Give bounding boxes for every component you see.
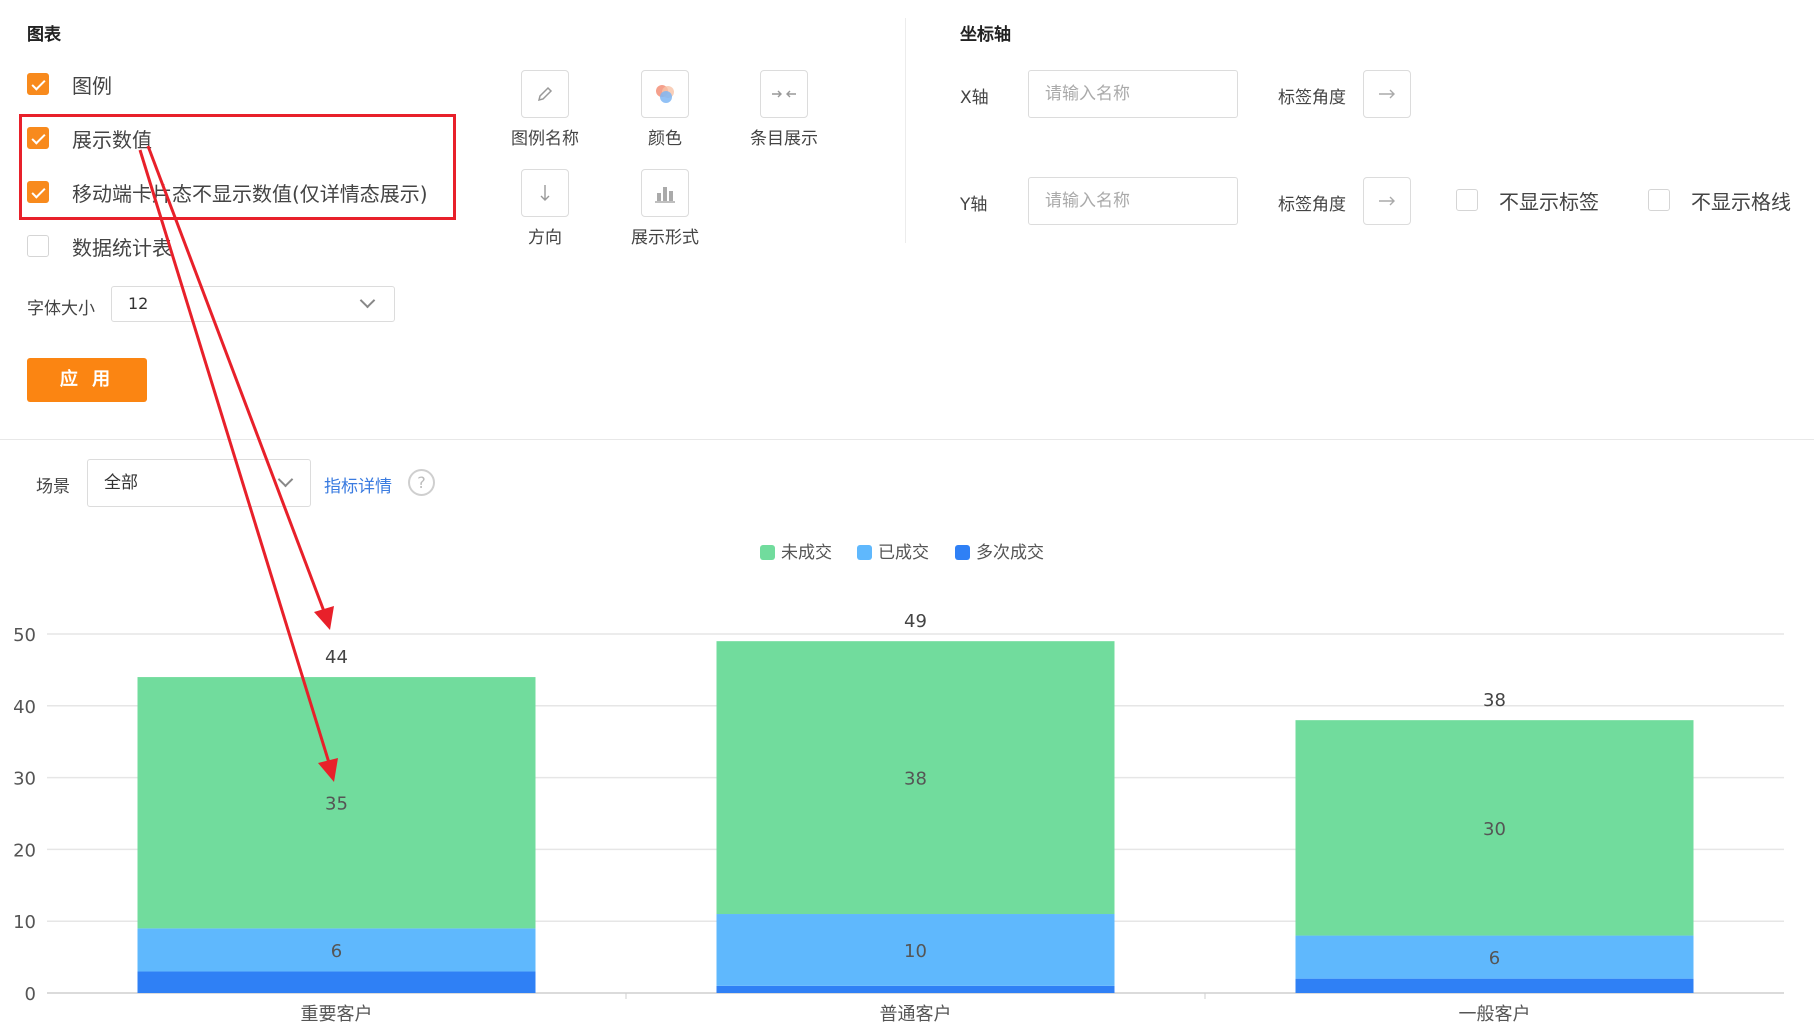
- apply-button[interactable]: 应 用: [27, 358, 147, 402]
- legend-item-unclosed[interactable]: 未成交: [760, 538, 832, 563]
- bar-segment: [1295, 935, 1694, 979]
- compress-arrows-icon: [772, 90, 796, 98]
- panel-divider: [905, 18, 906, 243]
- arrow-right-icon: [1379, 196, 1395, 206]
- x-axis-label: X轴: [960, 88, 989, 108]
- bar-total-label: 38: [1483, 690, 1506, 711]
- display-format-button[interactable]: [641, 169, 689, 217]
- data-table-checkbox[interactable]: [27, 235, 49, 257]
- highlight-annotation-box: [19, 114, 456, 220]
- pencil-icon: [537, 86, 553, 102]
- legend-item-multiple[interactable]: 多次成交: [955, 538, 1044, 563]
- bar-value-label: 35: [325, 794, 348, 815]
- x-tick-label: 普通客户: [880, 1004, 952, 1025]
- color-button[interactable]: [641, 70, 689, 118]
- legend-checkbox[interactable]: [27, 73, 49, 95]
- axis-section-title: 坐标轴: [960, 25, 1011, 45]
- color-label: 颜色: [648, 129, 682, 149]
- legend-label: 未成交: [781, 543, 832, 563]
- item-display-button[interactable]: [760, 70, 808, 118]
- y-tick-label: 40: [13, 697, 36, 718]
- hide-labels-label: 不显示标签: [1499, 190, 1599, 214]
- bar-segment: [137, 677, 536, 929]
- font-size-select[interactable]: 12: [111, 286, 395, 322]
- hide-grid-label: 不显示格线: [1691, 190, 1791, 214]
- y-tick-label: 30: [13, 769, 36, 790]
- scene-value: 全部: [104, 473, 138, 493]
- bar-total-label: 49: [904, 611, 927, 632]
- section-divider: [0, 439, 1814, 440]
- hide-grid-checkbox[interactable]: [1648, 189, 1670, 211]
- bar-segment: [137, 971, 536, 993]
- bar-chart-icon: [655, 187, 675, 203]
- y-axis-name-input[interactable]: 请输入名称: [1028, 177, 1238, 225]
- scene-select[interactable]: 全部: [87, 459, 311, 507]
- x-axis-name-input[interactable]: 请输入名称: [1028, 70, 1238, 118]
- bar-value-label: 38: [904, 769, 927, 790]
- legend-item-closed[interactable]: 已成交: [857, 538, 929, 563]
- bar-value-label: 6: [1489, 948, 1500, 969]
- y-tick-label: 0: [25, 984, 36, 1005]
- arrow-right-icon: [1379, 89, 1395, 99]
- bar-segment: [1295, 720, 1694, 936]
- x-tick-label: 重要客户: [301, 1004, 373, 1025]
- arrow-down-icon: [540, 185, 550, 201]
- bar-segment: [137, 928, 536, 972]
- y-tick-label: 50: [13, 625, 36, 646]
- direction-button[interactable]: [521, 169, 569, 217]
- bar-value-label: 10: [904, 941, 927, 962]
- legend-swatch-closed: [857, 545, 872, 560]
- legend-swatch-unclosed: [760, 545, 775, 560]
- bar-segment: [716, 914, 1115, 986]
- chart-section-title: 图表: [27, 25, 61, 45]
- y-label-angle-label: 标签角度: [1278, 195, 1346, 215]
- x-label-angle-label: 标签角度: [1278, 88, 1346, 108]
- bar-segment: [1295, 978, 1694, 993]
- scene-label: 场景: [36, 477, 70, 497]
- bar-value-label: 6: [331, 941, 342, 962]
- y-tick-label: 20: [13, 840, 36, 861]
- font-size-label: 字体大小: [27, 299, 95, 319]
- bar-segment: [716, 641, 1115, 915]
- y-axis-label: Y轴: [960, 195, 988, 215]
- metric-detail-link[interactable]: 指标详情: [324, 472, 392, 497]
- hide-labels-checkbox[interactable]: [1456, 189, 1478, 211]
- legend-checkbox-label: 图例: [72, 74, 112, 98]
- legend-label: 多次成交: [976, 543, 1044, 563]
- legend-swatch-multiple: [955, 545, 970, 560]
- bar-total-label: 44: [325, 647, 348, 668]
- x-label-angle-button[interactable]: [1363, 70, 1411, 118]
- legend-name-button[interactable]: [521, 70, 569, 118]
- bar-value-label: 30: [1483, 819, 1506, 840]
- annotation-arrowhead: [318, 758, 338, 782]
- y-label-angle-button[interactable]: [1363, 177, 1411, 225]
- color-palette-icon: [656, 85, 674, 103]
- annotation-arrowhead: [314, 606, 334, 630]
- legend-name-label: 图例名称: [511, 129, 579, 149]
- font-size-value: 12: [128, 294, 149, 313]
- legend-label: 已成交: [878, 543, 929, 563]
- bar-segment: [716, 985, 1115, 993]
- direction-label: 方向: [528, 228, 562, 248]
- x-tick-label: 一般客户: [1459, 1004, 1531, 1025]
- help-icon[interactable]: ?: [408, 469, 435, 496]
- display-format-label: 展示形式: [631, 228, 699, 248]
- item-display-label: 条目展示: [750, 129, 818, 149]
- data-table-label: 数据统计表: [72, 236, 172, 260]
- y-tick-label: 10: [13, 912, 36, 933]
